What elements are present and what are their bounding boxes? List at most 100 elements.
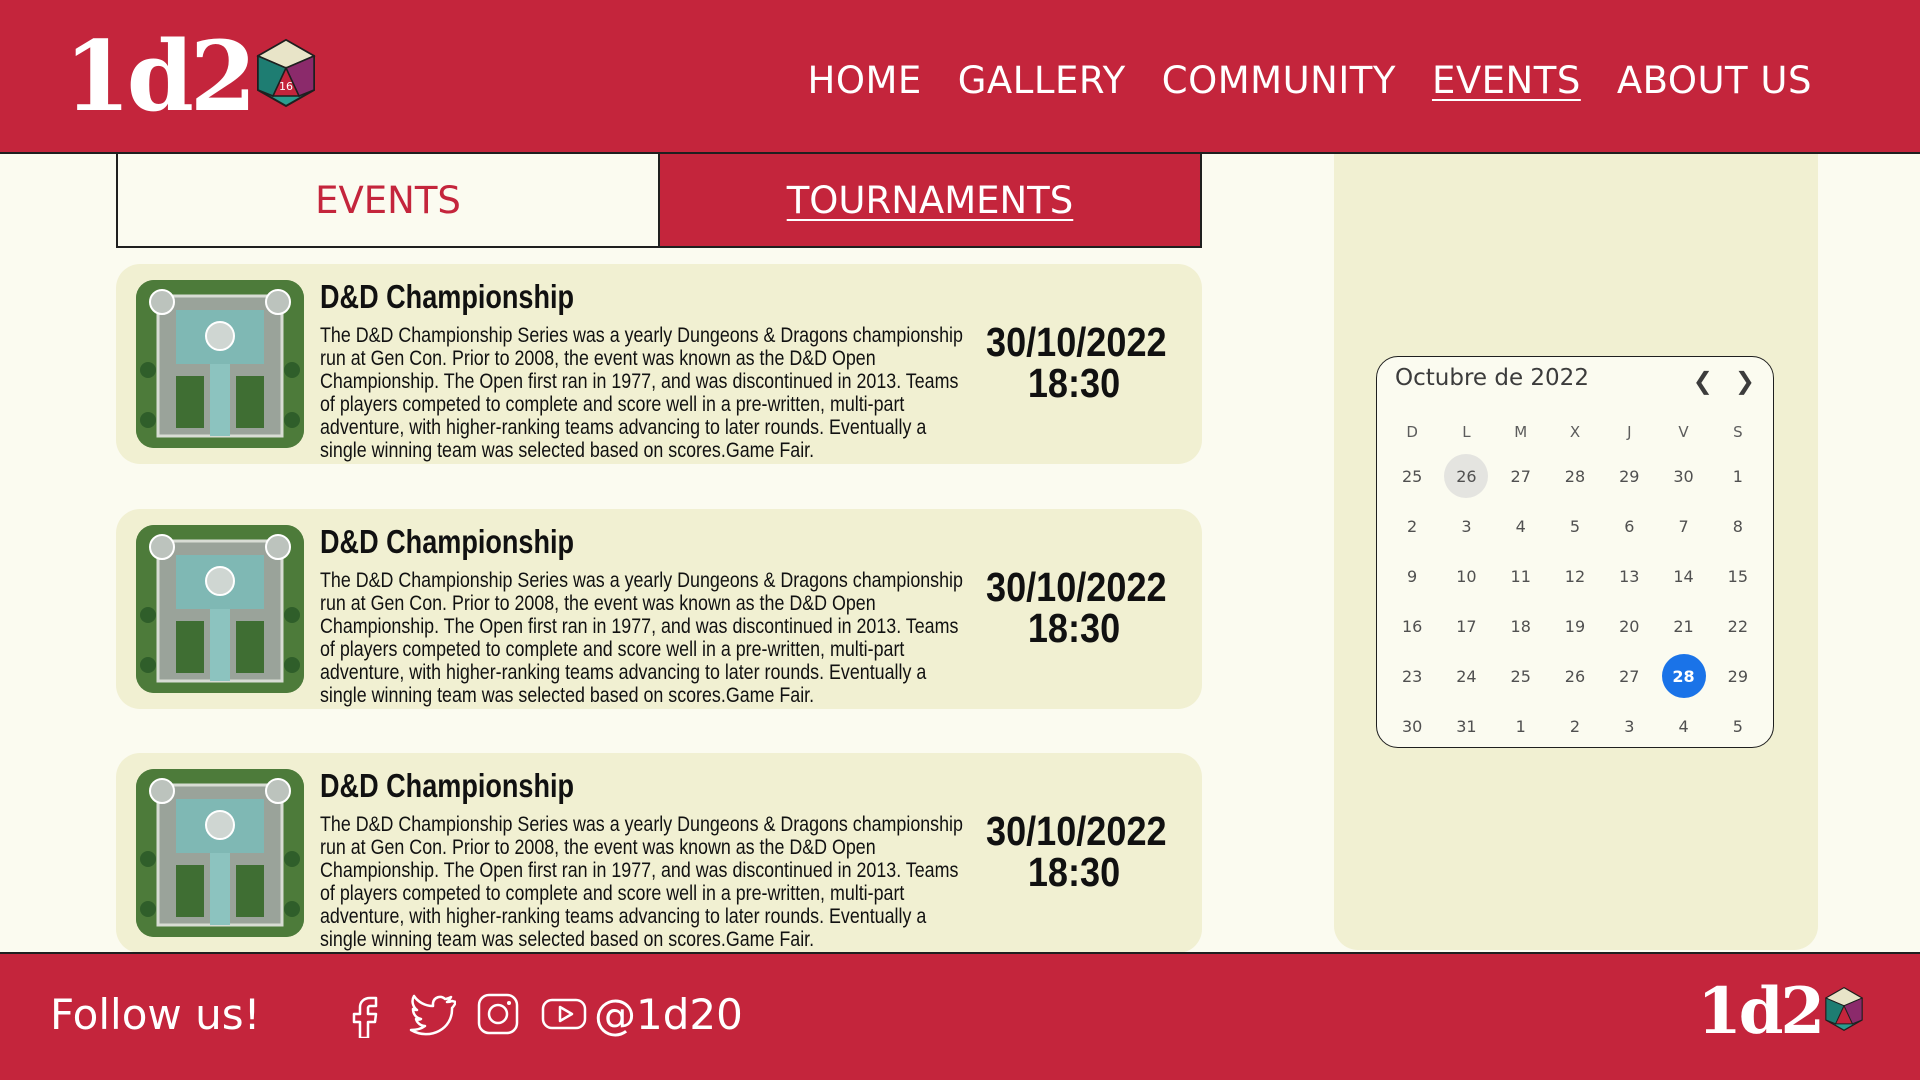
calendar-weekday: S bbox=[1733, 423, 1743, 441]
nav-home[interactable]: HOME bbox=[808, 59, 922, 102]
calendar-weekday: V bbox=[1678, 423, 1689, 441]
event-card[interactable]: D&D Championship The D&D Championship Se… bbox=[116, 753, 1202, 953]
sidebar: Octubre de 2022 ❮ ❯ D L M X J V S 25 26 27 28 29 30 1… bbox=[1334, 154, 1818, 950]
event-map-image bbox=[136, 525, 304, 693]
calendar-weekday: M bbox=[1514, 423, 1528, 441]
calendar-day[interactable]: 18 bbox=[1494, 601, 1548, 651]
calendar-nav: ❮ ❯ bbox=[1693, 367, 1755, 395]
youtube-icon[interactable] bbox=[540, 990, 588, 1038]
calendar-day[interactable]: 6 bbox=[1602, 501, 1656, 551]
calendar-day[interactable]: 15 bbox=[1711, 551, 1765, 601]
calendar-day[interactable]: 5 bbox=[1711, 701, 1765, 751]
calendar-day[interactable]: 7 bbox=[1656, 501, 1710, 551]
die-label: 16 bbox=[279, 80, 293, 93]
calendar-day[interactable]: 23 bbox=[1385, 651, 1439, 701]
instagram-icon[interactable] bbox=[474, 990, 522, 1038]
calendar-day[interactable]: 25 bbox=[1494, 651, 1548, 701]
site-logo[interactable]: 1d2 16 bbox=[64, 22, 317, 132]
event-datetime: 30/10/2022 18:30 bbox=[986, 808, 1167, 895]
calendar-month-title: Octubre de 2022 bbox=[1395, 365, 1589, 391]
event-datetime: 30/10/2022 18:30 bbox=[986, 319, 1167, 406]
calendar-day[interactable]: 17 bbox=[1439, 601, 1493, 651]
calendar-day[interactable]: 26 bbox=[1439, 451, 1493, 501]
calendar-day[interactable]: 20 bbox=[1602, 601, 1656, 651]
calendar-day[interactable]: 28 bbox=[1548, 451, 1602, 501]
calendar-day[interactable]: 8 bbox=[1711, 501, 1765, 551]
calendar-day[interactable]: 1 bbox=[1494, 701, 1548, 751]
facebook-icon[interactable] bbox=[342, 990, 390, 1038]
calendar-weekday: L bbox=[1462, 423, 1471, 441]
event-description: The D&D Championship Series was a yearly… bbox=[320, 813, 963, 951]
page: 1d2 16 HOME GALLERY COMMUNITY EVENTS ABO… bbox=[0, 0, 1920, 1080]
event-card[interactable]: D&D Championship The D&D Championship Se… bbox=[116, 264, 1202, 464]
calendar-day[interactable]: 10 bbox=[1439, 551, 1493, 601]
calendar-day[interactable]: 30 bbox=[1656, 451, 1710, 501]
nav-gallery[interactable]: GALLERY bbox=[958, 59, 1126, 102]
calendar-day[interactable]: 13 bbox=[1602, 551, 1656, 601]
calendar-day[interactable]: 19 bbox=[1548, 601, 1602, 651]
calendar-day[interactable]: 3 bbox=[1439, 501, 1493, 551]
event-description: The D&D Championship Series was a yearly… bbox=[320, 324, 963, 462]
calendar-weekday: J bbox=[1627, 423, 1632, 441]
event-tabs: EVENTS TOURNAMENTS bbox=[116, 154, 1202, 248]
calendar-day[interactable]: 30 bbox=[1385, 701, 1439, 751]
calendar-day[interactable]: 29 bbox=[1711, 651, 1765, 701]
tab-tournaments[interactable]: TOURNAMENTS bbox=[660, 154, 1200, 246]
calendar-day[interactable]: 14 bbox=[1656, 551, 1710, 601]
event-time: 18:30 bbox=[1027, 360, 1121, 406]
calendar-grid: D L M X J V S 25 26 27 28 29 30 1 2 3 4 5 6 7 8 9 10 11 12 13 14 15… bbox=[1385, 413, 1765, 751]
calendar-day[interactable]: 27 bbox=[1494, 451, 1548, 501]
calendar-day[interactable]: 2 bbox=[1385, 501, 1439, 551]
calendar-day[interactable]: 27 bbox=[1602, 651, 1656, 701]
calendar-day[interactable]: 26 bbox=[1548, 651, 1602, 701]
calendar-day[interactable]: 31 bbox=[1439, 701, 1493, 751]
social-handle[interactable]: @1d20 bbox=[594, 990, 743, 1039]
footer-logo[interactable]: 1d2 bbox=[1697, 980, 1864, 1044]
calendar-day[interactable]: 29 bbox=[1602, 451, 1656, 501]
logo-text: 1d2 bbox=[1697, 974, 1825, 1049]
event-time: 18:30 bbox=[1027, 849, 1121, 895]
calendar-day[interactable]: 9 bbox=[1385, 551, 1439, 601]
d20-die-icon bbox=[1824, 986, 1864, 1032]
event-card[interactable]: D&D Championship The D&D Championship Se… bbox=[116, 509, 1202, 709]
calendar-day[interactable]: 3 bbox=[1602, 701, 1656, 751]
calendar-day[interactable]: 24 bbox=[1439, 651, 1493, 701]
chevron-left-icon[interactable]: ❮ bbox=[1693, 367, 1713, 395]
nav-community[interactable]: COMMUNITY bbox=[1162, 59, 1396, 102]
event-title: D&D Championship bbox=[320, 523, 575, 560]
main-nav: HOME GALLERY COMMUNITY EVENTS ABOUT US bbox=[808, 52, 1813, 108]
calendar-day[interactable]: 5 bbox=[1548, 501, 1602, 551]
social-links bbox=[342, 990, 588, 1038]
calendar-day[interactable]: 1 bbox=[1711, 451, 1765, 501]
calendar-day[interactable]: 4 bbox=[1494, 501, 1548, 551]
calendar-day[interactable]: 12 bbox=[1548, 551, 1602, 601]
site-header: 1d2 16 HOME GALLERY COMMUNITY EVENTS ABO… bbox=[0, 0, 1920, 154]
calendar-day[interactable]: 16 bbox=[1385, 601, 1439, 651]
event-date: 30/10/2022 bbox=[986, 319, 1167, 365]
calendar-day[interactable]: 22 bbox=[1711, 601, 1765, 651]
calendar-day[interactable]: 4 bbox=[1656, 701, 1710, 751]
calendar-widget: Octubre de 2022 ❮ ❯ D L M X J V S 25 26 27 28 29 30 1… bbox=[1376, 356, 1774, 748]
nav-about-us[interactable]: ABOUT US bbox=[1617, 59, 1812, 102]
calendar-weekday: D bbox=[1406, 423, 1418, 441]
calendar-day[interactable]: 2 bbox=[1548, 701, 1602, 751]
chevron-right-icon[interactable]: ❯ bbox=[1735, 367, 1755, 395]
tab-events[interactable]: EVENTS bbox=[118, 154, 660, 246]
event-title: D&D Championship bbox=[320, 767, 575, 804]
event-datetime: 30/10/2022 18:30 bbox=[986, 564, 1167, 651]
calendar-weekday: X bbox=[1569, 423, 1581, 441]
event-time: 18:30 bbox=[1027, 605, 1121, 651]
nav-events[interactable]: EVENTS bbox=[1432, 59, 1581, 102]
calendar-day-selected[interactable]: 28 bbox=[1656, 651, 1710, 701]
follow-us-label: Follow us! bbox=[50, 990, 261, 1039]
event-description: The D&D Championship Series was a yearly… bbox=[320, 569, 963, 707]
logo-text: 1d2 bbox=[64, 20, 257, 133]
event-date: 30/10/2022 bbox=[986, 564, 1167, 610]
calendar-day[interactable]: 21 bbox=[1656, 601, 1710, 651]
twitter-icon[interactable] bbox=[408, 990, 456, 1038]
event-date: 30/10/2022 bbox=[986, 808, 1167, 854]
calendar-day[interactable]: 25 bbox=[1385, 451, 1439, 501]
d20-die-icon: 16 bbox=[256, 38, 316, 108]
event-map-image bbox=[136, 769, 304, 937]
calendar-day[interactable]: 11 bbox=[1494, 551, 1548, 601]
